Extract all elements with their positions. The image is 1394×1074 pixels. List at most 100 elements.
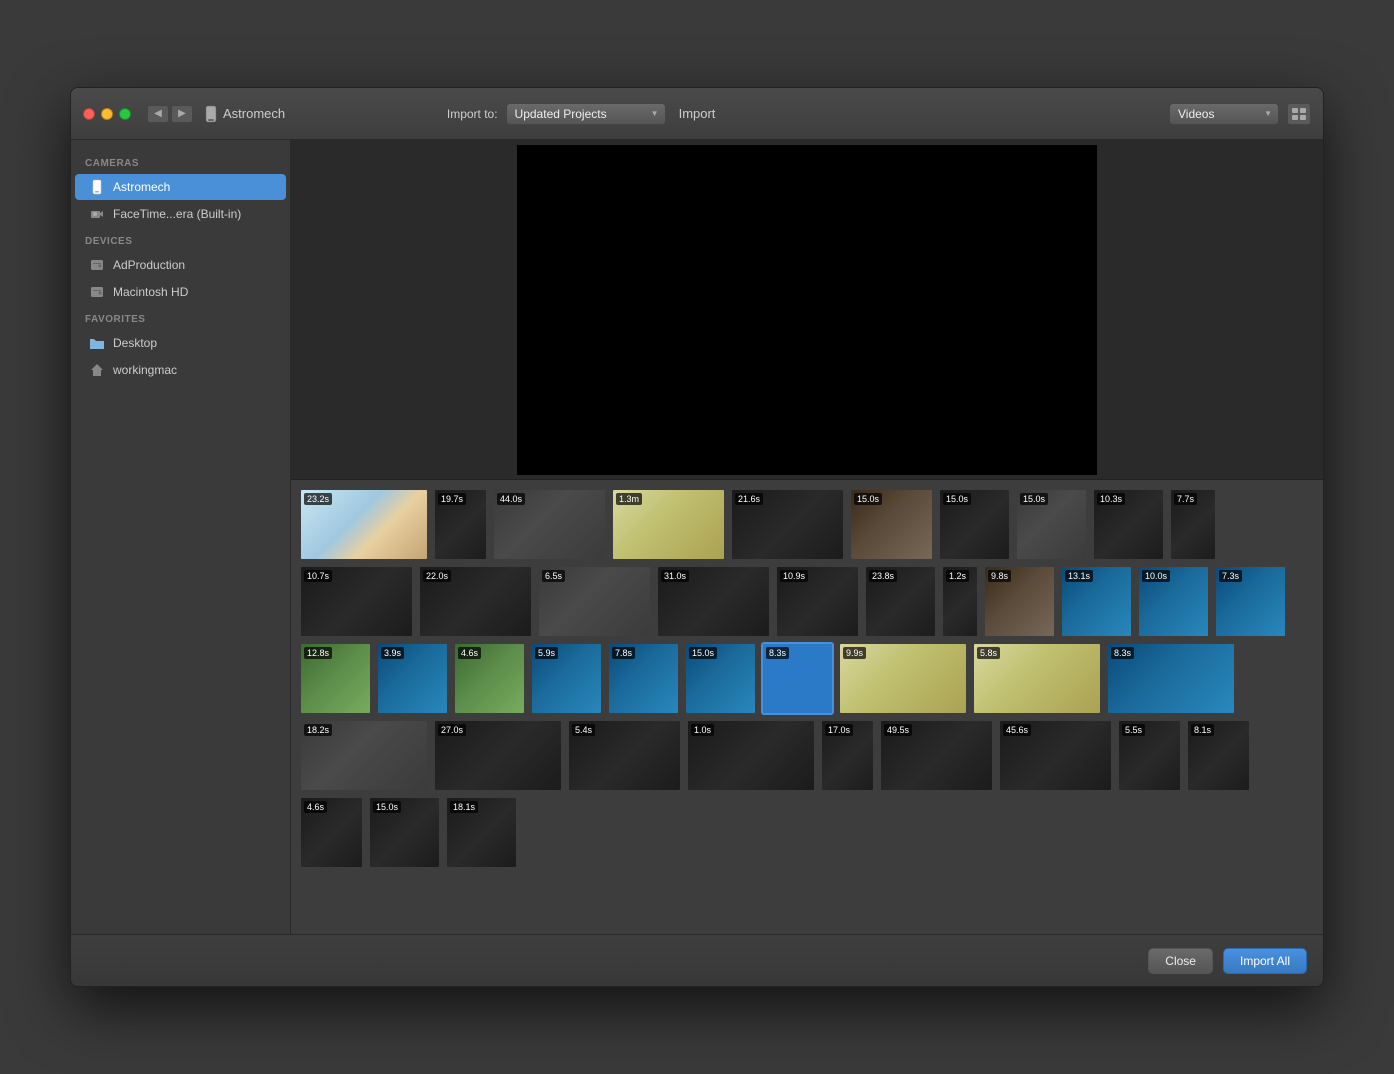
thumbnail-item[interactable]: 15.0s	[938, 488, 1011, 561]
thumbnail-item[interactable]: 21.6s	[730, 488, 845, 561]
thumb-duration-label: 9.8s	[988, 570, 1011, 582]
camera-icon	[89, 206, 105, 222]
close-button[interactable]: Close	[1148, 948, 1213, 974]
sidebar-item-workingmac[interactable]: workingmac	[75, 357, 286, 383]
filter-dropdown[interactable]: Videos	[1169, 103, 1279, 125]
thumb-duration-label: 17.0s	[825, 724, 853, 736]
nav-buttons: ◀ ▶	[147, 105, 193, 123]
forward-button[interactable]: ▶	[171, 105, 193, 123]
thumb-duration-label: 8.3s	[1111, 647, 1134, 659]
main-content: CAMERAS Astromech	[71, 140, 1323, 934]
thumbnail-item[interactable]: 6.5s	[537, 565, 652, 638]
thumbnail-item[interactable]: 12.8s	[299, 642, 372, 715]
thumbnail-item[interactable]: 5.4s	[567, 719, 682, 792]
thumbnail-item[interactable]: 8.3s	[1106, 642, 1236, 715]
device-name: Astromech	[223, 106, 285, 121]
content-area: 23.2s19.7s44.0s1.3m21.6s15.0s15.0s15.0s1…	[291, 140, 1323, 934]
thumbnail-item[interactable]: 10.0s	[1137, 565, 1210, 638]
back-icon: ◀	[154, 108, 162, 119]
sidebar: CAMERAS Astromech	[71, 140, 291, 934]
facetime-label: FaceTime...era (Built-in)	[113, 207, 241, 221]
title-bar: ◀ ▶ Astromech Import Import to: Updated …	[71, 88, 1323, 140]
thumb-duration-label: 1.2s	[946, 570, 969, 582]
thumbnail-item[interactable]: 9.9s	[838, 642, 968, 715]
back-button[interactable]: ◀	[147, 105, 169, 123]
thumbnail-item[interactable]: 7.7s	[1169, 488, 1217, 561]
thumb-duration-label: 4.6s	[458, 647, 481, 659]
thumb-duration-label: 15.0s	[373, 801, 401, 813]
minimize-button[interactable]	[101, 108, 113, 120]
thumbnails-grid: 23.2s19.7s44.0s1.3m21.6s15.0s15.0s15.0s1…	[299, 488, 1315, 869]
thumbnail-item[interactable]: 13.1s	[1060, 565, 1133, 638]
sidebar-item-desktop[interactable]: Desktop	[75, 330, 286, 356]
thumbnail-item[interactable]: 5.5s	[1117, 719, 1182, 792]
thumb-duration-label: 15.0s	[1020, 493, 1048, 505]
thumbnail-item[interactable]: 9.8s	[983, 565, 1056, 638]
thumbnail-item[interactable]: 23.8s	[864, 565, 937, 638]
thumb-duration-label: 23.2s	[304, 493, 332, 505]
thumbnail-item[interactable]: 44.0s	[492, 488, 607, 561]
video-preview	[517, 145, 1097, 475]
thumb-duration-label: 10.7s	[304, 570, 332, 582]
thumbnail-item[interactable]: 1.2s	[941, 565, 979, 638]
cameras-section-label: CAMERAS	[71, 150, 290, 173]
close-button[interactable]	[83, 108, 95, 120]
bottom-bar: Close Import All	[71, 934, 1323, 986]
devices-section-label: DEVICES	[71, 228, 290, 251]
thumb-duration-label: 5.5s	[1122, 724, 1145, 736]
thumbnail-item[interactable]: 1.3m	[611, 488, 726, 561]
thumbnail-item[interactable]: 22.0s	[418, 565, 533, 638]
thumbnail-item[interactable]: 5.8s	[972, 642, 1102, 715]
grid-view-button[interactable]	[1287, 103, 1311, 125]
hdd-icon-2	[89, 284, 105, 300]
thumbnail-item[interactable]: 31.0s	[656, 565, 771, 638]
import-all-button[interactable]: Import All	[1223, 948, 1307, 974]
hdd-icon	[89, 257, 105, 273]
thumbnail-item[interactable]: 17.0s	[820, 719, 875, 792]
thumb-duration-label: 15.0s	[854, 493, 882, 505]
thumb-duration-label: 6.5s	[542, 570, 565, 582]
thumbnail-item[interactable]: 8.1s	[1186, 719, 1251, 792]
folder-icon	[89, 335, 105, 351]
astromech-label: Astromech	[113, 180, 170, 194]
preview-area	[291, 140, 1323, 480]
thumbnail-item[interactable]: 45.6s	[998, 719, 1113, 792]
thumbnail-item[interactable]: 10.3s	[1092, 488, 1165, 561]
thumbnails-container[interactable]: 23.2s19.7s44.0s1.3m21.6s15.0s15.0s15.0s1…	[291, 480, 1323, 934]
sidebar-item-facetime[interactable]: FaceTime...era (Built-in)	[75, 201, 286, 227]
thumbnail-item[interactable]: 7.8s	[607, 642, 680, 715]
thumbnail-item[interactable]: 27.0s	[433, 719, 563, 792]
thumbnail-item[interactable]: 18.1s	[445, 796, 518, 869]
thumbnail-item[interactable]: 15.0s	[849, 488, 934, 561]
sidebar-item-astromech[interactable]: Astromech	[75, 174, 286, 200]
thumb-duration-label: 9.9s	[843, 647, 866, 659]
thumb-duration-label: 21.6s	[735, 493, 763, 505]
thumbnail-item[interactable]: 5.9s	[530, 642, 603, 715]
thumbnail-item[interactable]: 10.7s	[299, 565, 414, 638]
import-destination-dropdown[interactable]: Updated Projects	[506, 103, 666, 125]
thumbnail-item[interactable]: 18.2s	[299, 719, 429, 792]
home-icon	[89, 362, 105, 378]
thumbnail-item[interactable]: 15.0s	[1015, 488, 1088, 561]
thumbnail-item[interactable]: 15.0s	[684, 642, 757, 715]
thumbnail-item[interactable]: 19.7s	[433, 488, 488, 561]
thumb-duration-label: 10.9s	[780, 570, 808, 582]
favorites-section-label: FAVORITES	[71, 306, 290, 329]
grid-icon	[1291, 107, 1307, 121]
thumbnail-item[interactable]: 49.5s	[879, 719, 994, 792]
thumbnail-item[interactable]: 3.9s	[376, 642, 449, 715]
thumbnail-item[interactable]: 10.9s	[775, 565, 860, 638]
thumb-duration-label: 31.0s	[661, 570, 689, 582]
thumb-duration-label: 15.0s	[943, 493, 971, 505]
sidebar-item-macintosh-hd[interactable]: Macintosh HD	[75, 279, 286, 305]
forward-icon: ▶	[178, 108, 186, 119]
thumbnail-item[interactable]: 7.3s	[1214, 565, 1287, 638]
thumbnail-item[interactable]: 8.3s	[761, 642, 834, 715]
thumbnail-item[interactable]: 4.6s	[299, 796, 364, 869]
sidebar-item-adproduction[interactable]: AdProduction	[75, 252, 286, 278]
thumbnail-item[interactable]: 1.0s	[686, 719, 816, 792]
thumbnail-item[interactable]: 23.2s	[299, 488, 429, 561]
thumbnail-item[interactable]: 15.0s	[368, 796, 441, 869]
maximize-button[interactable]	[119, 108, 131, 120]
thumbnail-item[interactable]: 4.6s	[453, 642, 526, 715]
